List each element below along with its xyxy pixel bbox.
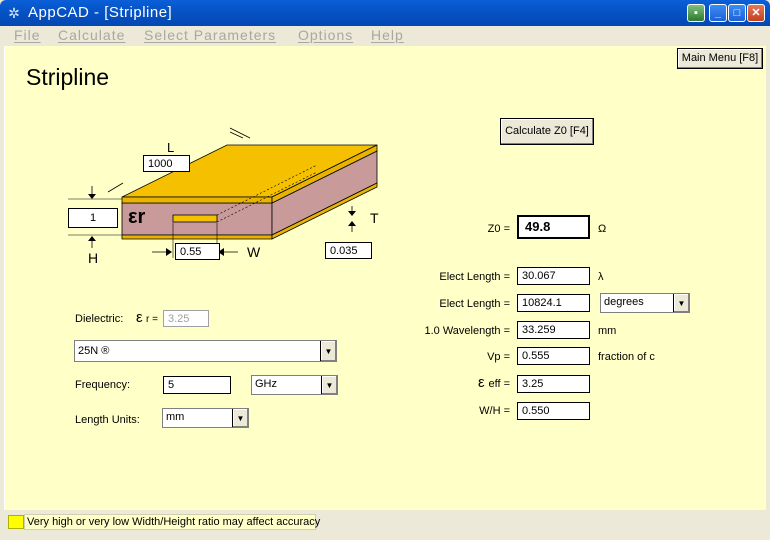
thickness-input[interactable]: 0.035	[325, 242, 372, 259]
title-bar[interactable]: ✲ AppCAD - [Stripline] ▪ _ □ ✕	[0, 0, 770, 26]
eeff-label: eff =	[488, 378, 510, 390]
chevron-down-icon[interactable]: ▼	[320, 341, 336, 361]
status-message: Very high or very low Width/Height ratio…	[24, 514, 320, 530]
page-title: Stripline	[26, 64, 110, 90]
vp-output: 0.555	[517, 347, 590, 365]
top-ground-edge	[121, 196, 273, 204]
atom-icon[interactable]: ✲	[6, 5, 22, 21]
length-input[interactable]: 1000	[143, 155, 190, 172]
chevron-down-icon[interactable]: ▼	[673, 294, 689, 312]
wavelength-label: 1.0 Wavelength =	[424, 325, 510, 337]
elect-length-degrees-output: 10824.1	[517, 294, 590, 312]
wh-ratio-label: W/H =	[479, 405, 510, 417]
er-symbol: εr	[128, 206, 145, 228]
dielectric-material-select[interactable]: 25N ® ▼	[74, 340, 337, 362]
close-button[interactable]: ✕	[747, 4, 765, 22]
wavelength-output: 33.259	[517, 321, 590, 339]
maximize-button[interactable]: □	[728, 4, 746, 22]
chevron-down-icon[interactable]: ▼	[232, 409, 248, 427]
z0-unit: Ω	[598, 223, 607, 235]
dielectric-material-value: 25N ®	[78, 345, 110, 357]
elect-length-unit-value: degrees	[604, 296, 644, 308]
eeff-output: 3.25	[517, 375, 590, 393]
elect-length-degrees-label: Elect Length =	[439, 298, 510, 310]
length-units-label: Length Units:	[75, 414, 140, 426]
menu-file[interactable]: File	[14, 27, 41, 43]
frequency-label: Frequency:	[75, 379, 131, 391]
L-label: L	[167, 140, 174, 155]
eeff-symbol: ε	[478, 374, 485, 391]
frequency-input[interactable]: 5	[163, 376, 231, 394]
elect-length-lambda-label: Elect Length =	[439, 271, 510, 283]
elect-length-lambda-output: 30.067	[517, 267, 590, 285]
frequency-unit-value: GHz	[255, 378, 277, 390]
client-area	[4, 46, 766, 510]
elect-length-unit-select[interactable]: degrees ▼	[600, 293, 690, 313]
strip-conductor	[172, 214, 218, 223]
window-title: AppCAD - [Stripline]	[28, 4, 173, 21]
menu-select-parameters[interactable]: Select Parameters	[144, 27, 276, 43]
H-label: H	[88, 250, 98, 266]
z0-output: 49.8	[517, 215, 590, 239]
main-menu-button[interactable]: Main Menu [F8]	[677, 48, 763, 69]
warning-indicator-icon	[8, 515, 24, 529]
calculate-z0-button[interactable]: Calculate Z0 [F4]	[500, 118, 594, 145]
menu-bar: File Calculate Select Parameters Options…	[0, 26, 770, 46]
height-input[interactable]: 1	[68, 208, 118, 228]
frequency-unit-select[interactable]: GHz ▼	[251, 375, 338, 395]
vp-label: Vp =	[487, 351, 510, 363]
wavelength-unit: mm	[598, 325, 617, 337]
vp-unit: fraction of c	[598, 351, 655, 363]
z0-label: Z0 =	[487, 223, 510, 235]
menu-calculate[interactable]: Calculate	[58, 27, 125, 43]
menu-help[interactable]: Help	[371, 27, 404, 43]
bottom-ground-edge	[121, 234, 273, 240]
er-symbol-label: ε	[136, 309, 143, 326]
app-status-icon[interactable]: ▪	[687, 4, 705, 22]
dielectric-er-input: 3.25	[163, 310, 209, 327]
T-label: T	[370, 210, 379, 226]
wh-ratio-output: 0.550	[517, 402, 590, 420]
lambda-unit: λ	[598, 271, 604, 283]
chevron-down-icon[interactable]: ▼	[321, 376, 337, 394]
dielectric-label: Dielectric:	[75, 313, 124, 325]
length-units-select[interactable]: mm ▼	[162, 408, 249, 428]
width-input[interactable]: 0.55	[175, 243, 220, 260]
er-suffix-label: r =	[146, 314, 158, 325]
menu-options[interactable]: Options	[298, 27, 353, 43]
length-units-value: mm	[166, 411, 185, 423]
minimize-button[interactable]: _	[709, 4, 727, 22]
W-label: W	[247, 244, 261, 260]
